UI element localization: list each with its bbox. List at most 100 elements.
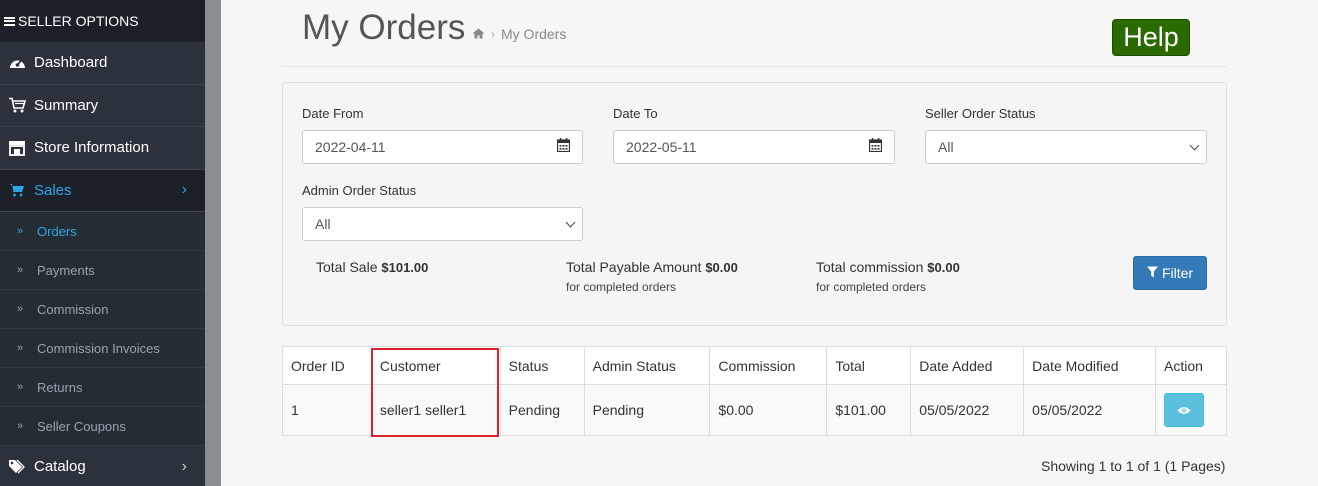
sidebar-subitem-label: Orders <box>37 223 77 239</box>
sidebar-subitem-payments[interactable]: » Payments <box>0 251 205 290</box>
admin-order-status-value: All <box>315 216 331 232</box>
breadcrumb: › My Orders <box>472 26 566 42</box>
sidebar-subitem-orders[interactable]: » Orders <box>0 212 205 251</box>
tags-icon <box>0 459 34 475</box>
admin-order-status-select[interactable]: All <box>302 207 583 241</box>
cell-action <box>1154 384 1228 436</box>
sidebar-item-label: Dashboard <box>34 54 108 72</box>
cell-status: Pending <box>499 384 585 436</box>
sidebar-subitem-seller-coupons[interactable]: » Seller Coupons <box>0 407 205 446</box>
sidebar-item-summary[interactable]: Summary <box>0 85 205 127</box>
sidebar-item-sales[interactable]: Sales › <box>0 169 205 212</box>
sidebar-title: SELLER OPTIONS <box>18 13 139 29</box>
table-header-row: Order ID Customer Status Admin Status Co… <box>282 346 1228 385</box>
eye-icon <box>1177 402 1191 418</box>
cell-commission: $0.00 <box>709 384 828 436</box>
column-header-action: Action <box>1154 346 1228 385</box>
seller-order-status-label: Seller Order Status <box>925 106 1036 121</box>
total-sale: Total Sale $101.00 <box>316 259 428 275</box>
breadcrumb-current[interactable]: My Orders <box>501 26 566 42</box>
sidebar-subitem-label: Commission Invoices <box>37 340 160 356</box>
total-commission-value: $0.00 <box>927 260 960 275</box>
double-chevron-icon: » <box>17 420 24 432</box>
date-from-input[interactable]: 2022-04-11 <box>302 130 545 164</box>
total-sale-label: Total Sale <box>316 259 378 275</box>
date-to-label: Date To <box>613 106 658 121</box>
total-sale-value: $101.00 <box>381 260 429 275</box>
view-order-button[interactable] <box>1163 393 1204 427</box>
column-header-date-added[interactable]: Date Added <box>910 346 1025 385</box>
column-header-commission[interactable]: Commission <box>709 346 828 385</box>
table-row: 1 seller1 seller1 Pending Pending $0.00 … <box>282 384 1228 436</box>
sidebar-subitem-label: Payments <box>37 262 95 278</box>
total-payable-note: for completed orders <box>566 280 677 294</box>
cart-icon <box>0 183 34 197</box>
sidebar-subitem-label: Commission <box>37 301 109 317</box>
filter-icon <box>1146 265 1158 281</box>
column-header-admin-status[interactable]: Admin Status <box>583 346 711 385</box>
home-icon[interactable] <box>472 26 485 42</box>
seller-order-status-value: All <box>938 139 954 155</box>
filter-panel <box>282 82 1227 326</box>
cell-customer: seller1 seller1 <box>370 384 501 436</box>
total-payable-value: $0.00 <box>705 260 738 275</box>
sidebar-subitem-commission[interactable]: » Commission <box>0 290 205 329</box>
total-payable-label: Total Payable Amount <box>566 259 702 275</box>
date-from-calendar-button[interactable] <box>544 130 583 164</box>
calendar-icon <box>556 137 570 157</box>
filter-button[interactable]: Filter <box>1133 256 1207 290</box>
breadcrumb-separator: › <box>491 27 495 41</box>
double-chevron-icon: » <box>17 303 24 315</box>
chevron-down-icon <box>1189 140 1200 151</box>
sidebar-subitem-commission-invoices[interactable]: » Commission Invoices <box>0 329 205 368</box>
sidebar-subitem-label: Seller Coupons <box>37 418 126 434</box>
cell-date-modified: 05/05/2022 <box>1023 384 1156 436</box>
chevron-right-icon: › <box>181 181 187 199</box>
divider <box>282 66 1227 67</box>
dashboard-icon <box>0 56 34 70</box>
total-commission-note: for completed orders <box>816 280 927 294</box>
filter-button-label: Filter <box>1161 265 1194 281</box>
admin-order-status-label: Admin Order Status <box>302 183 417 198</box>
sidebar-scrollbar[interactable] <box>205 0 221 486</box>
sidebar-item-label: Store Information <box>34 139 150 157</box>
double-chevron-icon: » <box>17 225 24 237</box>
column-header-status[interactable]: Status <box>499 346 585 385</box>
menu-icon <box>4 16 15 26</box>
help-button[interactable]: Help <box>1112 19 1190 56</box>
column-header-date-modified[interactable]: Date Modified <box>1023 346 1156 385</box>
sidebar-item-label: Catalog <box>34 458 86 476</box>
seller-order-status-select[interactable]: All <box>925 130 1207 164</box>
total-commission-label: Total commission <box>816 259 924 275</box>
sidebar-item-label: Sales <box>34 181 72 199</box>
total-commission: Total commission $0.00 <box>816 259 960 275</box>
pagination-info: Showing 1 to 1 of 1 (1 Pages) <box>1041 458 1226 474</box>
sidebar-header[interactable]: SELLER OPTIONS <box>0 0 205 42</box>
sidebar-subitem-label: Returns <box>37 379 83 395</box>
column-header-order-id[interactable]: Order ID <box>282 346 372 385</box>
sidebar-item-catalog[interactable]: Catalog › <box>0 446 205 486</box>
cell-date-added: 05/05/2022 <box>910 384 1025 436</box>
column-header-total[interactable]: Total <box>826 346 912 385</box>
cell-total: $101.00 <box>826 384 912 436</box>
double-chevron-icon: » <box>17 342 24 354</box>
sidebar-item-label: Summary <box>34 96 99 114</box>
chevron-right-icon: › <box>181 457 187 475</box>
date-from-label: Date From <box>302 106 364 121</box>
orders-table: Order ID Customer Status Admin Status Co… <box>282 346 1228 436</box>
column-header-customer[interactable]: Customer <box>370 346 501 385</box>
cell-admin-status: Pending <box>583 384 711 436</box>
page-title: My Orders <box>302 8 466 47</box>
date-to-calendar-button[interactable] <box>856 130 895 164</box>
cell-order-id: 1 <box>282 384 372 436</box>
sidebar-item-store-information[interactable]: Store Information <box>0 127 205 170</box>
sales-submenu: » Orders » Payments » Commission » Commi… <box>0 212 205 446</box>
calendar-icon <box>868 137 882 157</box>
cart-icon <box>0 97 34 113</box>
double-chevron-icon: » <box>17 264 24 276</box>
sidebar-subitem-returns[interactable]: » Returns <box>0 368 205 407</box>
date-to-input[interactable]: 2022-05-11 <box>613 130 857 164</box>
store-icon <box>0 140 34 156</box>
chevron-down-icon <box>565 217 576 228</box>
sidebar-item-dashboard[interactable]: Dashboard <box>0 42 205 85</box>
